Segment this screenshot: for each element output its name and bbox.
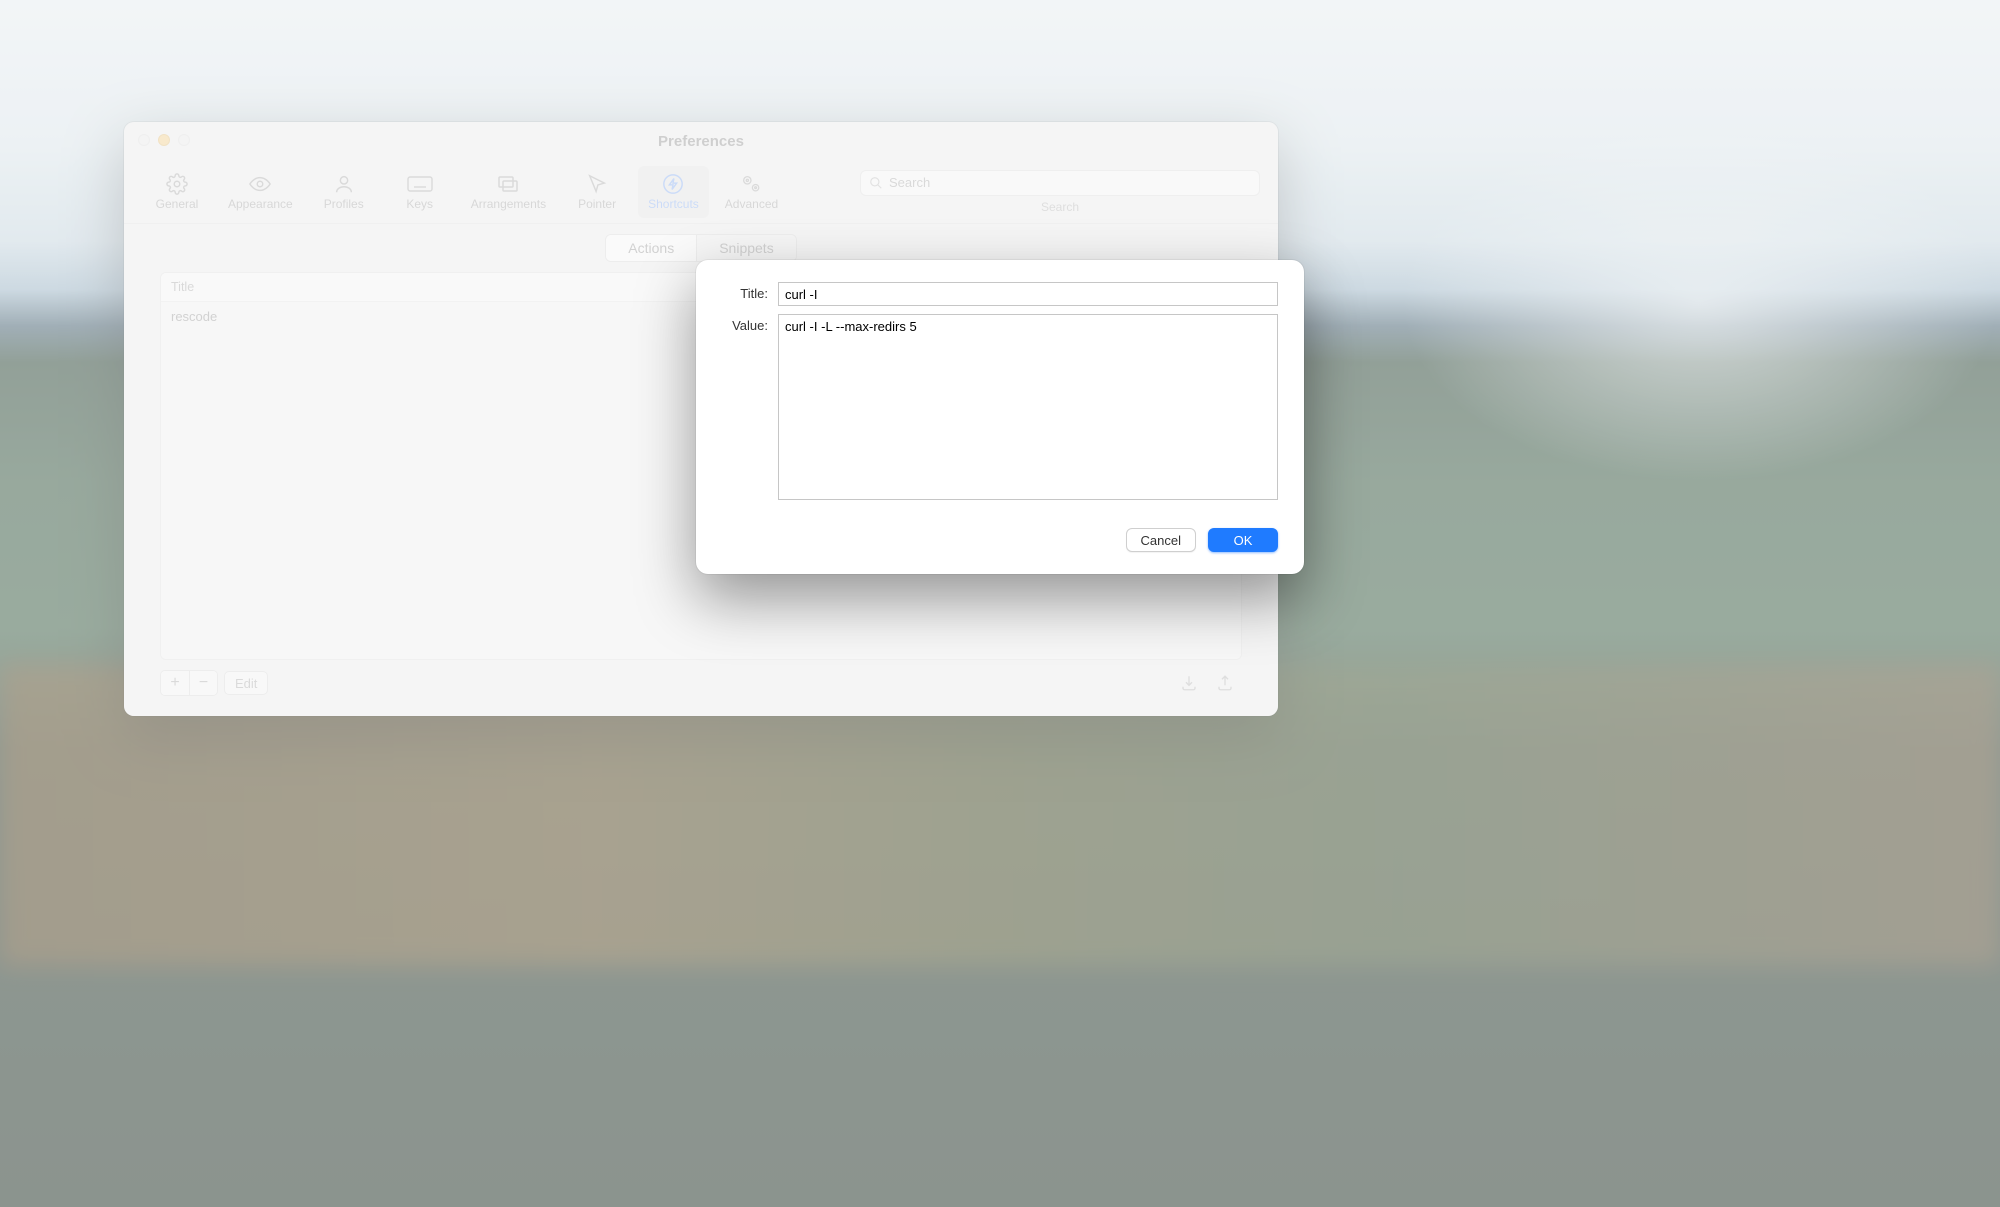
toolbar-label: Arrangements xyxy=(471,197,546,211)
export-button[interactable] xyxy=(1216,671,1242,695)
zoom-button[interactable] xyxy=(178,134,190,146)
keyboard-icon xyxy=(407,173,433,195)
titlebar: Preferences xyxy=(124,122,1278,160)
edit-snippet-modal: Title: Value: Cancel OK xyxy=(696,260,1304,574)
import-button[interactable] xyxy=(1180,671,1206,695)
person-icon xyxy=(333,173,355,195)
value-textarea[interactable] xyxy=(778,314,1278,500)
toolbar-label: Advanced xyxy=(725,197,778,211)
toolbar-item-shortcuts[interactable]: Shortcuts xyxy=(638,166,709,218)
tab-snippets[interactable]: Snippets xyxy=(697,235,795,261)
minimize-button[interactable] xyxy=(158,134,170,146)
bolt-circle-icon xyxy=(662,173,684,195)
cursor-icon xyxy=(586,173,608,195)
toolbar-label: Appearance xyxy=(228,197,293,211)
title-label: Title: xyxy=(722,282,778,306)
gear-icon xyxy=(166,173,188,195)
remove-button[interactable]: − xyxy=(189,671,217,695)
subtabs: Actions Snippets xyxy=(605,234,796,262)
add-remove-cluster: + − xyxy=(160,670,218,696)
toolbar-item-general[interactable]: General xyxy=(142,166,212,218)
window-title: Preferences xyxy=(658,133,744,150)
title-input[interactable] xyxy=(778,282,1278,306)
toolbar-label: Keys xyxy=(406,197,433,211)
eye-icon xyxy=(248,173,272,195)
toolbar-item-keys[interactable]: Keys xyxy=(385,166,455,218)
toolbar-label: Profiles xyxy=(324,197,364,211)
toolbar-item-profiles[interactable]: Profiles xyxy=(309,166,379,218)
modal-buttons: Cancel OK xyxy=(722,528,1278,552)
toolbar-item-arrangements[interactable]: Arrangements xyxy=(461,166,556,218)
ok-button[interactable]: OK xyxy=(1208,528,1278,552)
value-label: Value: xyxy=(722,314,778,500)
preferences-toolbar: General Appearance Profiles Keys Arrange… xyxy=(124,160,1278,224)
toolbar-label: Pointer xyxy=(578,197,616,211)
value-row: Value: xyxy=(722,314,1278,500)
cancel-button[interactable]: Cancel xyxy=(1126,528,1196,552)
toolbar-item-appearance[interactable]: Appearance xyxy=(218,166,303,218)
toolbar-search-wrap: Search xyxy=(860,170,1260,214)
search-input[interactable] xyxy=(889,175,1251,190)
toolbar-label: Shortcuts xyxy=(648,197,699,211)
traffic-lights xyxy=(138,134,190,146)
search-caption: Search xyxy=(1041,200,1079,214)
toolbar-item-pointer[interactable]: Pointer xyxy=(562,166,632,218)
tab-actions[interactable]: Actions xyxy=(606,235,697,261)
search-input-wrap[interactable] xyxy=(860,170,1260,196)
close-button[interactable] xyxy=(138,134,150,146)
toolbar-label: General xyxy=(156,197,199,211)
title-row: Title: xyxy=(722,282,1278,306)
edit-button[interactable]: Edit xyxy=(224,671,268,695)
toolbar-item-advanced[interactable]: Advanced xyxy=(715,166,788,218)
windows-icon xyxy=(496,173,520,195)
search-icon xyxy=(869,176,883,190)
gears-icon xyxy=(739,173,763,195)
add-button[interactable]: + xyxy=(161,671,189,695)
table-footer: + − Edit xyxy=(160,660,1242,696)
